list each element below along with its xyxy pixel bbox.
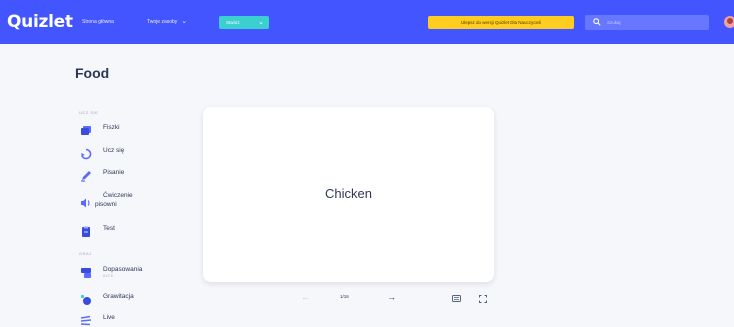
- sidebar-item-label: Fiszki: [103, 124, 120, 131]
- spell-label-line2: pisowni: [95, 201, 117, 208]
- search-input[interactable]: Szukaj: [585, 15, 709, 30]
- gravity-icon: [80, 294, 91, 305]
- sidebar-item-label: Ucz się: [103, 147, 125, 154]
- chevron-down-icon: ⌄: [181, 18, 188, 25]
- spell-icon: [81, 198, 90, 208]
- next-arrow-icon[interactable]: →: [387, 292, 396, 302]
- sidebar-item-label: Pisanie: [103, 169, 125, 176]
- card-counter: 1/16: [340, 294, 349, 299]
- write-icon: [81, 171, 91, 182]
- sidebar-item-test[interactable]: Test: [80, 224, 115, 238]
- sidebar-item-flashcards[interactable]: Fiszki: [80, 123, 120, 137]
- nav-your-library[interactable]: Twoje zasoby ⌄: [147, 0, 187, 44]
- sidebar-item-live[interactable]: Live: [80, 313, 115, 327]
- match-label: Dopasowania: [103, 266, 143, 273]
- sidebar-item-label: Live: [103, 314, 115, 321]
- spell-label-line1: Ćwiczenie: [103, 192, 133, 199]
- live-icon: [80, 315, 92, 326]
- sidebar-item-label: Test: [103, 225, 115, 232]
- search-icon: [593, 18, 601, 26]
- upgrade-button[interactable]: Ulepsz do wersji Quizlet Dla Nauczycieli: [428, 16, 574, 29]
- sidebar-item-spell[interactable]: Ćwiczenie pisowni: [80, 191, 133, 209]
- sidebar-item-learn[interactable]: Ucz się: [80, 146, 124, 160]
- create-button-label: Stwórz: [226, 20, 240, 25]
- sidebar-item-label: Dopasowania 0:17.5: [103, 265, 142, 279]
- flashcard-term: Chicken: [325, 186, 372, 201]
- create-button[interactable]: Stwórz ⌄: [219, 16, 269, 29]
- top-navigation-bar: Quizlet Strona główna Twoje zasoby ⌄ Stwó…: [0, 0, 734, 44]
- flashcard[interactable]: Chicken: [203, 107, 494, 282]
- sidebar-item-gravity[interactable]: Grawitacja: [80, 292, 134, 306]
- sidebar-item-label: Ćwiczenie pisowni: [95, 191, 133, 209]
- match-icon: [81, 268, 91, 278]
- games-section-label: GRAJ: [79, 251, 92, 256]
- fullscreen-icon[interactable]: [479, 295, 487, 303]
- sidebar-item-label: Grawitacja: [103, 293, 134, 300]
- chevron-down-icon: ⌄: [258, 19, 264, 26]
- study-section-label: UCZ SIĘ: [79, 110, 99, 115]
- previous-arrow-icon[interactable]: ←: [301, 292, 310, 302]
- page-title: Food: [75, 65, 110, 81]
- nav-your-library-label: Twoje zasoby: [147, 19, 178, 25]
- flashcards-icon: [81, 126, 91, 135]
- match-best-time: 0:17.5: [103, 274, 113, 278]
- sidebar-item-match[interactable]: Dopasowania 0:17.5: [80, 265, 142, 279]
- search-placeholder: Szukaj: [607, 20, 621, 25]
- avatar[interactable]: [724, 16, 734, 28]
- test-icon: [82, 226, 90, 237]
- quizlet-logo[interactable]: Quizlet: [7, 12, 73, 32]
- learn-icon: [81, 148, 92, 160]
- nav-home-link[interactable]: Strona główna: [82, 0, 114, 44]
- keyboard-icon[interactable]: [452, 295, 461, 302]
- sidebar-item-write[interactable]: Pisanie: [80, 168, 124, 182]
